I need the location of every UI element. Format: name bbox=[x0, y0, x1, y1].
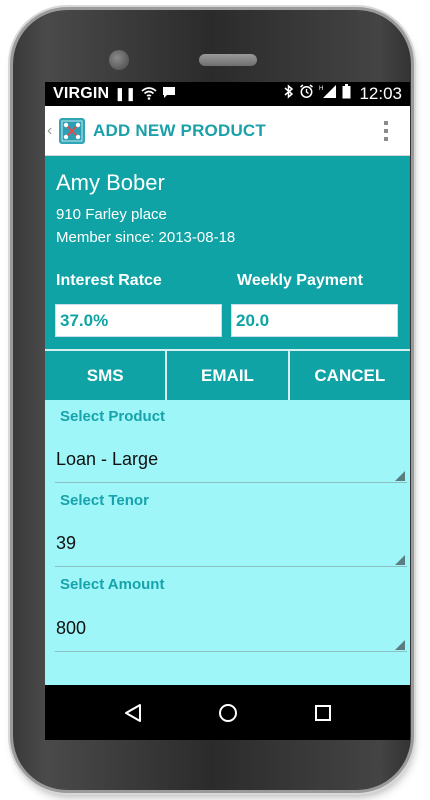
status-bar: VIRGIN ❚❚ H 12:03 bbox=[45, 82, 410, 106]
cancel-button[interactable]: CANCEL bbox=[289, 351, 410, 400]
divider bbox=[55, 566, 407, 567]
weekly-payment-label: Weekly Payment bbox=[237, 272, 363, 289]
interest-rate-field[interactable]: 37.0% bbox=[55, 304, 222, 337]
carrier-name: VIRGIN bbox=[53, 85, 110, 102]
tenor-dropdown[interactable]: 39 bbox=[56, 533, 76, 554]
bluetooth-icon bbox=[284, 84, 294, 104]
svg-text:H: H bbox=[319, 86, 323, 92]
recents-icon[interactable] bbox=[303, 693, 343, 733]
select-product-label: Select Product bbox=[60, 408, 166, 425]
signal-icon: H bbox=[319, 84, 337, 104]
chat-icon bbox=[162, 86, 176, 102]
app-bar: ‹ ADD NEW PRODUCT bbox=[45, 106, 410, 156]
action-bar: SMS EMAIL CANCEL bbox=[45, 349, 410, 400]
overflow-menu-icon[interactable] bbox=[384, 120, 388, 141]
earpiece-speaker bbox=[199, 54, 257, 66]
amount-dropdown[interactable]: 800 bbox=[56, 618, 86, 639]
select-amount-label: Select Amount bbox=[60, 576, 165, 593]
status-time: 12:03 bbox=[359, 84, 402, 103]
front-camera bbox=[109, 50, 129, 70]
interest-rate-label: Interest Ratce bbox=[56, 272, 162, 289]
battery-icon bbox=[342, 84, 351, 104]
dropdown-arrow-icon[interactable] bbox=[395, 640, 405, 650]
system-nav-bar bbox=[45, 685, 410, 740]
sms-button[interactable]: SMS bbox=[45, 351, 168, 400]
weekly-payment-field[interactable]: 20.0 bbox=[231, 304, 398, 337]
status-right: H 12:03 bbox=[284, 84, 402, 104]
email-button[interactable]: EMAIL bbox=[167, 351, 290, 400]
dropdown-arrow-icon[interactable] bbox=[395, 555, 405, 565]
dropdown-arrow-icon[interactable] bbox=[395, 471, 405, 481]
pause-icon: ❚❚ bbox=[114, 86, 137, 101]
product-dropdown[interactable]: Loan - Large bbox=[56, 449, 158, 470]
wifi-calling-icon bbox=[141, 86, 157, 103]
divider bbox=[55, 651, 407, 652]
page-title: ADD NEW PRODUCT bbox=[93, 120, 266, 140]
member-since: Member since: 2013-08-18 bbox=[56, 229, 236, 246]
back-chevron-icon[interactable]: ‹ bbox=[47, 122, 59, 140]
alarm-icon bbox=[299, 84, 314, 104]
divider bbox=[55, 482, 407, 483]
customer-header: Amy Bober 910 Farley place Member since:… bbox=[45, 156, 410, 349]
app-logo-icon[interactable] bbox=[59, 117, 85, 144]
product-form: Select Product Loan - Large Select Tenor… bbox=[45, 400, 410, 685]
back-icon[interactable] bbox=[113, 693, 153, 733]
select-tenor-label: Select Tenor bbox=[60, 492, 149, 509]
phone-frame: VIRGIN ❚❚ H 12:03 ‹ ADD NEW PRODUCT Amy … bbox=[13, 10, 411, 790]
customer-address: 910 Farley place bbox=[56, 206, 167, 223]
home-icon[interactable] bbox=[208, 693, 248, 733]
phone-screen: VIRGIN ❚❚ H 12:03 ‹ ADD NEW PRODUCT Amy … bbox=[45, 82, 410, 740]
customer-name: Amy Bober bbox=[56, 170, 165, 195]
